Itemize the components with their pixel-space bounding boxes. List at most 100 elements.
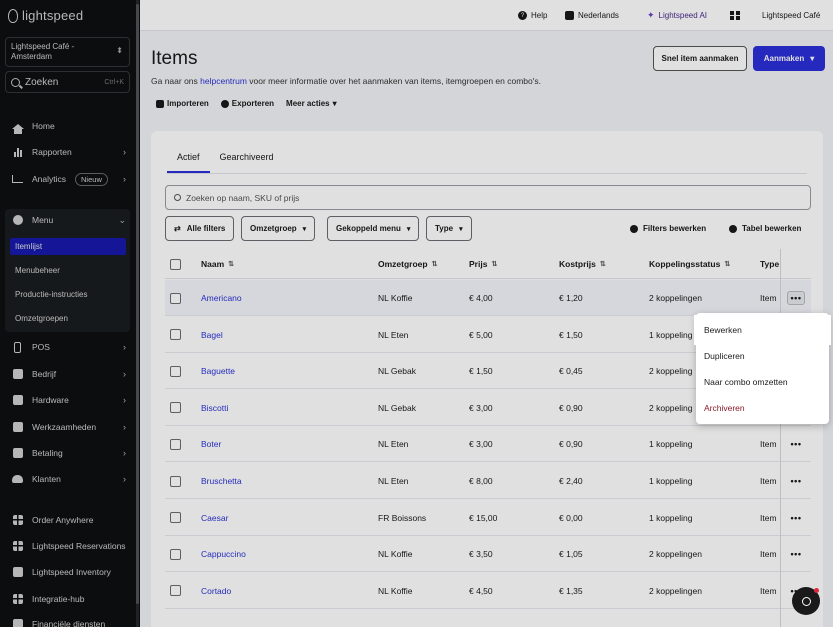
row-checkbox[interactable] <box>170 500 181 536</box>
item-name-link[interactable]: Caesar <box>201 500 228 536</box>
sidebar-item-werkzaamheden[interactable]: Werkzaamheden › <box>0 417 140 437</box>
sidebar-scrollbar-thumb[interactable] <box>136 4 139 604</box>
apps-button[interactable] <box>730 0 740 31</box>
col-koppelingsstatus[interactable]: Koppelingsstatus ⇅ <box>649 249 730 279</box>
sidebar-item-order-anywhere[interactable]: Order Anywhere <box>0 510 140 530</box>
item-name-link[interactable]: Cappuccino <box>201 536 246 572</box>
sidebar-item-home[interactable]: Home <box>0 116 140 136</box>
col-omzetgroep[interactable]: Omzetgroep ⇅ <box>378 249 437 279</box>
account-menu[interactable]: Lightspeed Café <box>762 0 820 31</box>
sidebar-sub-itemlijst[interactable]: Itemlijst <box>10 238 126 255</box>
row-checkbox[interactable] <box>170 536 181 572</box>
table-row[interactable]: Cortado NL Koffie € 4,50 € 1,35 2 koppelinge… <box>165 573 811 609</box>
edit-filters-label: Filters bewerken <box>643 224 707 233</box>
sidebar-item-betaling[interactable]: Betaling › <box>0 443 140 463</box>
sidebar-sub-menubeheer[interactable]: Menubeheer <box>10 262 126 279</box>
hardware-icon <box>12 395 23 406</box>
row-actions-button[interactable]: ••• <box>781 463 811 499</box>
sidebar-item-reservations[interactable]: Lightspeed Reservations <box>0 536 140 556</box>
row-actions-button[interactable]: ••• <box>781 500 811 536</box>
revenue-group-filter[interactable]: Omzetgroep ▾ <box>241 216 316 241</box>
table-row[interactable]: Americano NL Koffie € 4,00 € 1,20 2 koppelin… <box>165 280 811 316</box>
item-name-link[interactable]: Biscotti <box>201 390 228 426</box>
menu-item-duplicate[interactable]: Dupliceren <box>696 343 829 369</box>
link-status-cell: 1 koppeling <box>649 512 693 523</box>
all-filters-button[interactable]: ⇄ Alle filters <box>165 216 235 241</box>
row-checkbox[interactable] <box>170 426 181 462</box>
tab-gearchiveerd[interactable]: Gearchiveerd <box>210 143 284 173</box>
sidebar-item-klanten[interactable]: Klanten › <box>0 469 140 489</box>
sidebar-item-inventory[interactable]: Lightspeed Inventory <box>0 562 140 582</box>
table-row[interactable]: Caesar FR Boissons € 15,00 € 0,00 1 koppelin… <box>165 500 811 536</box>
row-actions-button[interactable]: ••• <box>781 280 811 316</box>
row-checkbox[interactable] <box>170 463 181 499</box>
quick-create-button[interactable]: Snel item aanmaken <box>653 46 747 71</box>
create-button[interactable]: Aanmaken ▾ <box>753 46 825 71</box>
help-button[interactable]: ? Help <box>518 0 547 31</box>
col-prijs[interactable]: Prijs ⇅ <box>469 249 497 279</box>
menu-item-edit[interactable]: Bewerken <box>696 317 829 343</box>
sidebar-item-label: Bedrijf <box>32 369 57 379</box>
sidebar-item-rapporten[interactable]: Rapporten › <box>0 142 140 162</box>
sidebar-item-bedrijf[interactable]: Bedrijf › <box>0 364 140 384</box>
table-search-input[interactable]: Zoeken op naam, SKU of prijs <box>165 185 811 210</box>
row-checkbox[interactable] <box>170 353 181 389</box>
type-filter[interactable]: Type ▾ <box>426 216 472 241</box>
sidebar-sub-productie[interactable]: Productie-instructies <box>10 286 126 303</box>
ai-button[interactable]: ✦ Lightspeed AI <box>647 0 707 31</box>
help-center-link[interactable]: helpcentrum <box>200 76 247 86</box>
sidebar-item-financieel[interactable]: Financiële diensten <box>0 614 140 627</box>
sidebar-search[interactable]: Zoeken Ctrl+K <box>5 71 130 93</box>
table-row[interactable]: Boter NL Eten € 3,00 € 0,90 1 koppeling Item •… <box>165 426 811 463</box>
item-name-link[interactable]: Bagel <box>201 317 223 353</box>
sidebar-item-label: Financiële diensten <box>32 619 106 627</box>
row-actions-button[interactable]: ••• <box>781 426 811 462</box>
cost-cell: € 1,50 <box>559 329 583 340</box>
linked-menu-filter[interactable]: Gekoppeld menu ▾ <box>327 216 420 241</box>
chat-help-button[interactable] <box>792 587 820 615</box>
row-checkbox[interactable] <box>170 573 181 609</box>
chevron-right-icon: › <box>123 448 126 458</box>
menu-item-convert-combo[interactable]: Naar combo omzetten <box>696 369 829 395</box>
item-name-link[interactable]: Bruschetta <box>201 463 242 499</box>
import-button[interactable]: Importeren <box>156 99 209 108</box>
item-name-link[interactable]: Cortado <box>201 573 231 609</box>
filter-label: Omzetgroep <box>250 224 297 233</box>
apps-grid-icon <box>730 10 740 21</box>
chat-icon <box>801 596 811 606</box>
checkbox-box <box>170 402 181 414</box>
sidebar-item-menu[interactable]: Menu ⌄ <box>0 210 140 230</box>
sidebar-item-hardware[interactable]: Hardware › <box>0 390 140 410</box>
col-type[interactable]: Type <box>760 249 779 279</box>
table-row[interactable]: Cappuccino NL Koffie € 3,50 € 1,05 2 koppeli… <box>165 536 811 573</box>
edit-filters-button[interactable]: Filters bewerken <box>630 216 706 241</box>
export-button[interactable]: Exporteren <box>220 99 274 108</box>
menu-item-archive[interactable]: Archiveren <box>696 395 829 421</box>
col-naam[interactable]: Naam ⇅ <box>201 249 234 279</box>
sidebar-sub-omzetgroepen[interactable]: Omzetgroepen <box>10 310 126 327</box>
row-actions-button[interactable]: ••• <box>781 536 811 572</box>
row-checkbox[interactable] <box>170 280 181 316</box>
col-kostprijs[interactable]: Kostprijs ⇅ <box>559 249 606 279</box>
edit-table-button[interactable]: Tabel bewerken <box>729 216 801 241</box>
row-checkbox[interactable] <box>170 390 181 426</box>
item-name-link[interactable]: Boter <box>201 426 221 462</box>
checkbox-box <box>170 585 181 597</box>
item-name-link[interactable]: Baguette <box>201 353 235 389</box>
select-all-checkbox[interactable] <box>170 249 181 279</box>
sidebar-item-analytics[interactable]: Analytics Nieuw › <box>0 169 140 189</box>
table-row[interactable]: Bruschetta NL Eten € 8,00 € 2,40 1 koppeling… <box>165 463 811 499</box>
building-icon <box>12 369 23 380</box>
row-checkbox[interactable] <box>170 317 181 353</box>
brand-logo[interactable]: lightspeed <box>8 8 83 23</box>
item-name-link[interactable]: Americano <box>201 280 242 316</box>
tab-actief[interactable]: Actief <box>167 143 210 173</box>
language-button[interactable]: Nederlands <box>565 0 619 31</box>
venue-selector[interactable]: Lightspeed Café - Amsterdam ⬍ <box>5 37 130 67</box>
search-label: Zoeken <box>25 76 59 88</box>
payment-icon <box>12 448 23 459</box>
more-actions-button[interactable]: Meer acties ▾ <box>286 99 337 108</box>
caret-down-icon: ▾ <box>406 225 411 233</box>
sidebar-item-pos[interactable]: POS › <box>0 337 140 357</box>
sidebar-item-integratie[interactable]: Integratie-hub <box>0 589 140 609</box>
